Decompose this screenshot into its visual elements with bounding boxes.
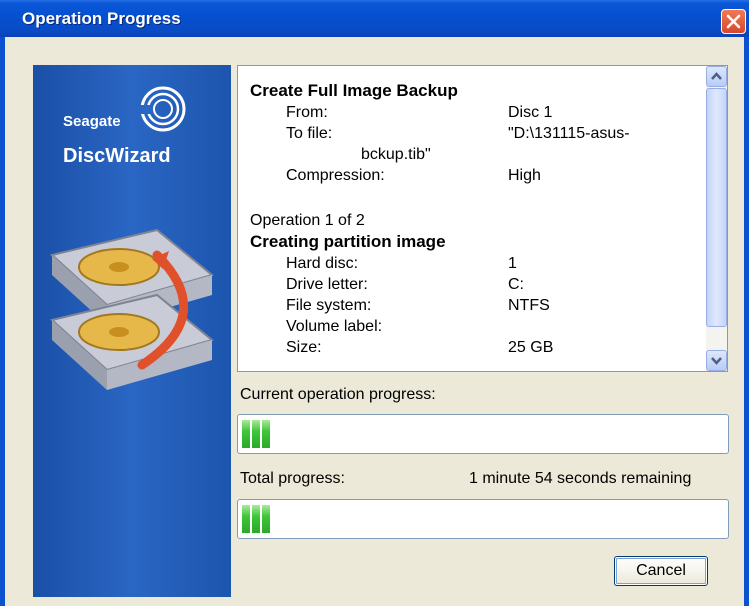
detail-row-hard-disc: Hard disc: 1 — [250, 253, 700, 274]
detail-row-from: From: Disc 1 — [250, 102, 700, 123]
progress-segment — [262, 420, 270, 448]
compression-value: High — [508, 167, 541, 184]
detail-row-file-system: File system: NTFS — [250, 295, 700, 316]
scroll-thumb[interactable] — [706, 88, 727, 327]
to-file-value: "D:\131115-asus- — [508, 125, 630, 142]
size-value: 25 GB — [508, 339, 554, 356]
drive-letter-value: C: — [508, 276, 524, 293]
current-progress-bar — [237, 414, 729, 454]
detail-row-volume-label: Volume label: — [250, 316, 700, 337]
total-progress-fill — [242, 505, 270, 533]
from-label: From: — [286, 104, 328, 121]
cancel-button[interactable]: Cancel — [614, 556, 708, 586]
window-border-right — [744, 37, 749, 606]
drive-letter-label: Drive letter: — [286, 276, 368, 293]
detail-row-to-file: To file: "D:\131115-asus- — [250, 123, 700, 144]
product-banner: Seagate DiscWizard — [33, 65, 231, 597]
from-value: Disc 1 — [508, 104, 553, 121]
detail-row-drive-letter: Drive letter: C: — [250, 274, 700, 295]
details-scrollbar[interactable] — [706, 66, 727, 371]
arrow-up-icon — [711, 72, 722, 80]
window-title: Operation Progress — [22, 9, 181, 28]
hard-disc-label: Hard disc: — [286, 255, 359, 272]
arrow-down-icon — [711, 357, 722, 365]
volume-label-label: Volume label: — [286, 318, 383, 335]
product-name: DiscWizard — [63, 145, 171, 167]
hard-drive-icon — [49, 228, 215, 390]
details-subheading: Creating partition image — [250, 232, 446, 251]
file-system-label: File system: — [286, 297, 372, 314]
to-file-label: To file: — [286, 125, 333, 142]
total-progress-bar — [237, 499, 729, 539]
size-label: Size: — [286, 339, 322, 356]
progress-segment — [242, 420, 250, 448]
detail-row-compression: Compression: High — [250, 165, 700, 186]
title-bar[interactable]: Operation Progress — [0, 0, 749, 37]
progress-segment — [252, 505, 260, 533]
current-progress-label: Current operation progress: — [240, 386, 436, 403]
current-progress-fill — [242, 420, 270, 448]
detail-row-size: Size: 25 GB — [250, 337, 700, 358]
operation-counter: Operation 1 of 2 — [250, 212, 365, 229]
close-icon — [726, 14, 741, 29]
scroll-up-button[interactable] — [706, 66, 727, 87]
seagate-logo-icon — [137, 86, 186, 132]
hard-disc-value: 1 — [508, 255, 517, 272]
to-file-value-continued: bckup.tib" — [361, 146, 431, 163]
progress-segment — [242, 505, 250, 533]
scroll-down-button[interactable] — [706, 350, 727, 371]
progress-segment — [252, 420, 260, 448]
compression-label: Compression: — [286, 167, 385, 184]
details-heading: Create Full Image Backup — [250, 81, 458, 100]
time-remaining-text: 1 minute 54 seconds remaining — [469, 470, 692, 487]
file-system-value: NTFS — [508, 297, 550, 314]
operation-details-panel: Create Full Image Backup From: Disc 1 To… — [237, 65, 728, 372]
progress-segment — [262, 505, 270, 533]
total-progress-label: Total progress: — [240, 470, 345, 487]
close-button[interactable] — [721, 9, 746, 34]
window-border-left — [0, 37, 5, 606]
brand-name: Seagate — [63, 113, 121, 130]
